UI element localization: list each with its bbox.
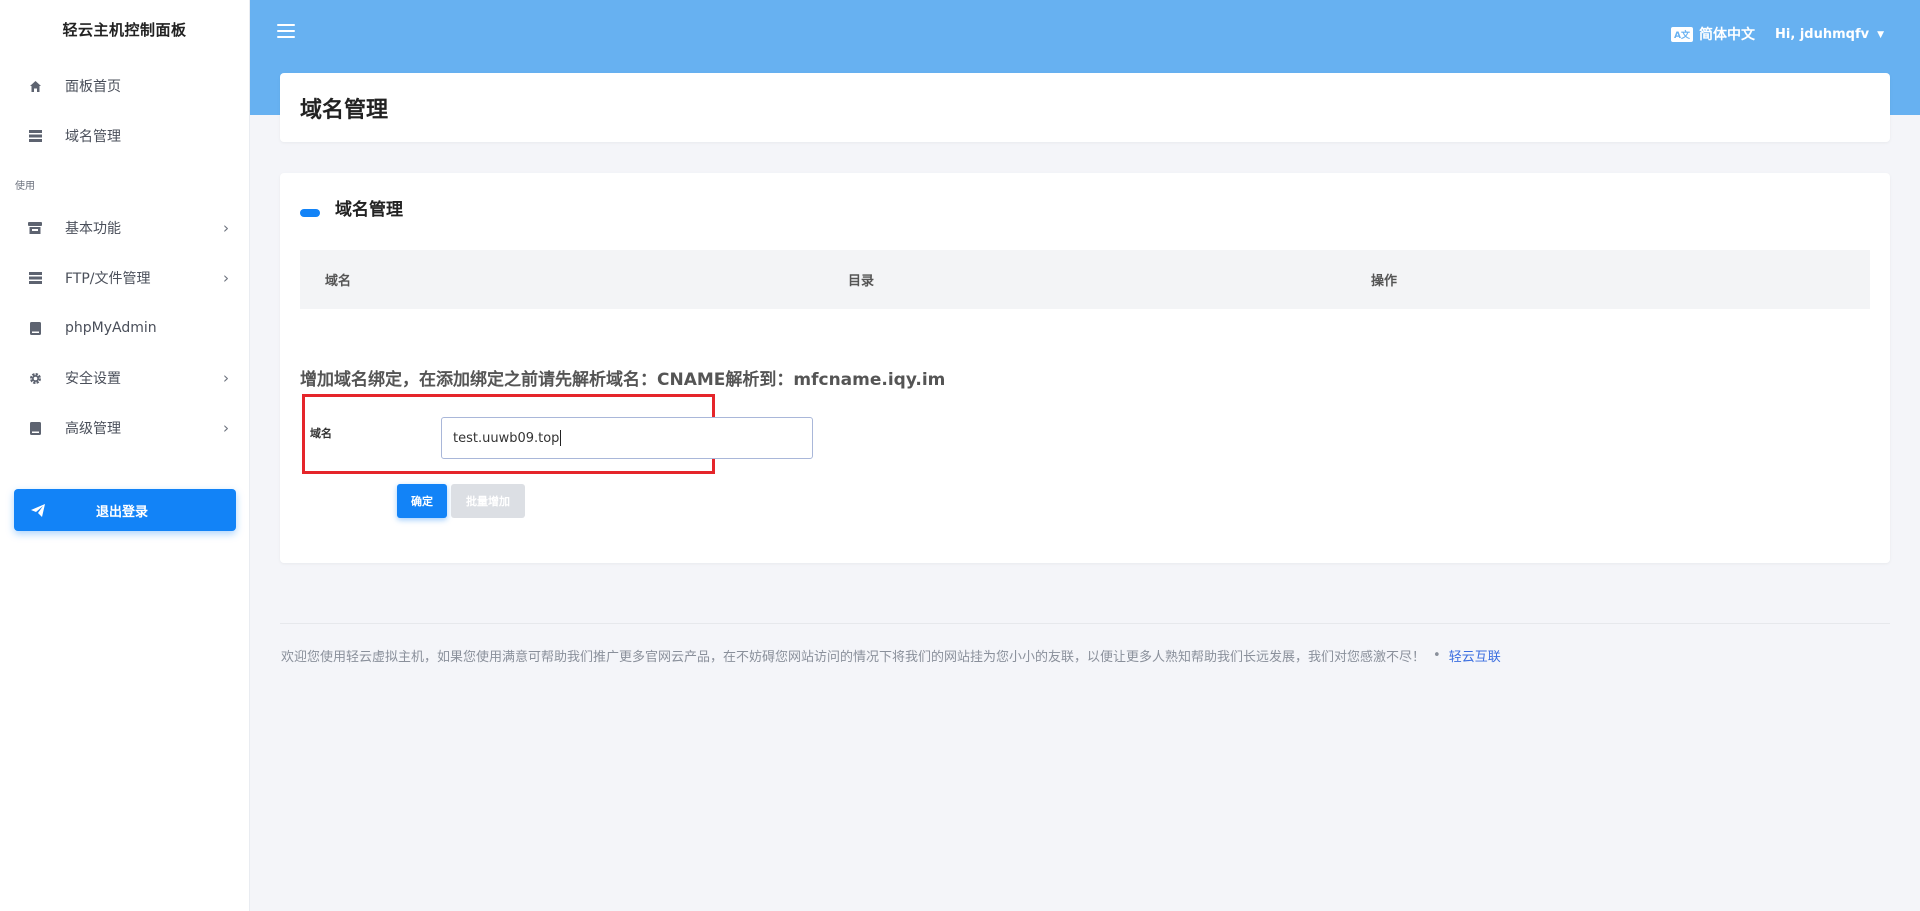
user-greeting: Hi, jduhmqfv bbox=[1775, 27, 1870, 42]
language-label: 简体中文 bbox=[1699, 27, 1755, 43]
sidebar-item-ftp[interactable]: FTP/文件管理 › bbox=[0, 253, 249, 303]
domain-input[interactable]: test.uuwb09.top bbox=[441, 417, 813, 459]
sidebar-item-phpmyadmin[interactable]: phpMyAdmin bbox=[0, 303, 249, 353]
column-header-actions: 操作 bbox=[1371, 274, 1398, 289]
sidebar-item-label: 安全设置 bbox=[65, 371, 121, 387]
language-switcher[interactable]: A文 简体中文 bbox=[1671, 24, 1755, 44]
column-header-directory: 目录 bbox=[848, 274, 875, 289]
card-title: 域名管理 bbox=[300, 195, 403, 220]
sidebar-item-label: phpMyAdmin bbox=[65, 320, 157, 336]
chevron-right-icon: › bbox=[223, 419, 229, 437]
sidebar-item-label: 基本功能 bbox=[65, 221, 121, 237]
sidebar-item-label: FTP/文件管理 bbox=[65, 271, 151, 287]
brand-title: 轻云主机控制面板 bbox=[62, 20, 187, 39]
sidebar-item-label: 域名管理 bbox=[65, 129, 121, 145]
chevron-right-icon: › bbox=[223, 369, 229, 387]
book-icon bbox=[28, 321, 42, 335]
store-icon bbox=[28, 221, 42, 235]
table-header: 域名 目录 操作 bbox=[300, 250, 1870, 309]
paper-plane-icon bbox=[30, 503, 46, 517]
book-icon bbox=[28, 421, 42, 435]
sidebar-item-basic[interactable]: 基本功能 › bbox=[0, 203, 249, 253]
cname-instructions: 增加域名绑定，在添加绑定之前请先解析域名：CNAME解析到：mfcname.iq… bbox=[300, 370, 946, 390]
footer-text: 欢迎您使用轻云虚拟主机，如果您使用满意可帮助我们推广更多官网云产品，在不妨碍您网… bbox=[281, 650, 1426, 665]
sidebar-item-label: 面板首页 bbox=[65, 79, 121, 95]
dashboard-icon bbox=[28, 79, 42, 93]
chevron-right-icon: › bbox=[223, 219, 229, 237]
chevron-right-icon: › bbox=[223, 269, 229, 287]
list-icon bbox=[28, 129, 42, 143]
column-header-domain: 域名 bbox=[325, 274, 352, 289]
sidebar-item-domains[interactable]: 域名管理 bbox=[0, 111, 249, 161]
text-cursor bbox=[560, 430, 562, 446]
domain-input-value: test.uuwb09.top bbox=[453, 430, 560, 446]
caret-down-icon: ▼ bbox=[1877, 29, 1884, 40]
confirm-button[interactable]: 确定 bbox=[397, 484, 447, 518]
title-accent-bar bbox=[300, 208, 320, 217]
sidebar-item-security[interactable]: 安全设置 › bbox=[0, 353, 249, 403]
page-title: 域名管理 bbox=[300, 97, 389, 123]
sidebar-item-dashboard[interactable]: 面板首页 bbox=[0, 61, 249, 111]
domain-card: 域名管理 域名 目录 操作 增加域名绑定，在添加绑定之前请先解析域名：CNAME… bbox=[280, 173, 1890, 563]
server-icon bbox=[28, 271, 42, 285]
gear-icon bbox=[28, 371, 42, 385]
footer-divider bbox=[280, 623, 1890, 624]
footer-separator: • bbox=[1433, 648, 1441, 663]
page-header: 域名管理 bbox=[280, 73, 1890, 142]
menu-toggle-icon[interactable] bbox=[277, 24, 295, 40]
domain-field-label: 域名 bbox=[310, 427, 332, 440]
user-menu[interactable]: Hi, jduhmqfv ▼ bbox=[1775, 27, 1884, 42]
translate-icon: A文 bbox=[1671, 26, 1693, 42]
batch-add-button[interactable]: 批量增加 bbox=[451, 484, 525, 518]
logout-label: 退出登录 bbox=[95, 504, 148, 520]
card-title-text: 域名管理 bbox=[335, 200, 403, 220]
sidebar-item-advanced[interactable]: 高级管理 › bbox=[0, 403, 249, 453]
logout-button[interactable]: 退出登录 bbox=[14, 489, 236, 531]
sidebar-item-label: 高级管理 bbox=[65, 421, 121, 437]
footer-link[interactable]: 轻云互联 bbox=[1449, 646, 1501, 665]
sidebar: 轻云主机控制面板 面板首页 域名管理 使用 基本功能 › FTP/文件管理 › … bbox=[0, 0, 250, 911]
sidebar-section-label: 使用 bbox=[15, 180, 35, 192]
footer: 欢迎您使用轻云虚拟主机，如果您使用满意可帮助我们推广更多官网云产品，在不妨碍您网… bbox=[281, 646, 1501, 665]
